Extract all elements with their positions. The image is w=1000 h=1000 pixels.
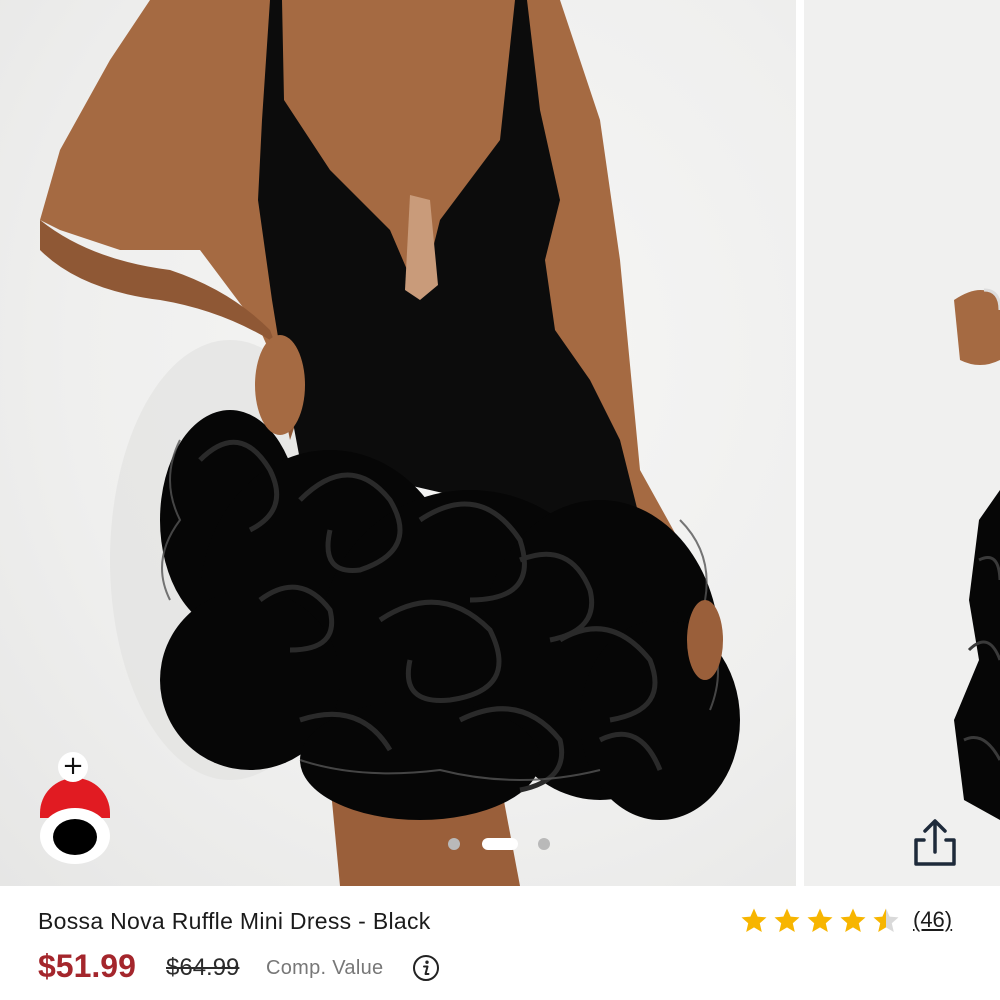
star-icon [807,908,833,932]
info-icon[interactable] [412,954,440,982]
add-to-bag-button[interactable]: + [38,752,112,864]
product-photo [40,0,740,886]
pagination-dot[interactable] [448,838,460,850]
rating-stars [740,906,900,936]
product-info: Bossa Nova Ruffle Mini Dress - Black (46… [0,886,1000,1000]
slide-divider [796,0,804,886]
product-image-next[interactable] [804,0,1000,886]
sale-price: $51.99 [38,948,136,984]
plus-icon: + [58,752,88,782]
star-icon [873,908,899,932]
product-title: Bossa Nova Ruffle Mini Dress - Black [38,908,431,934]
star-icon [774,908,800,932]
star-icon [741,908,767,932]
share-icon[interactable] [906,814,964,872]
review-count-link[interactable]: (46) [913,907,952,933]
comp-value-label: Comp. Value [266,957,384,979]
original-price: $64.99 [166,954,240,981]
product-photo-next [954,288,1000,820]
pagination-dot[interactable] [538,838,550,850]
star-icon [840,908,866,932]
carousel-pagination[interactable] [448,836,558,852]
pagination-dot-active[interactable] [482,838,518,850]
product-image-main[interactable]: + [0,0,796,886]
product-image-gallery[interactable]: + [0,0,1000,886]
